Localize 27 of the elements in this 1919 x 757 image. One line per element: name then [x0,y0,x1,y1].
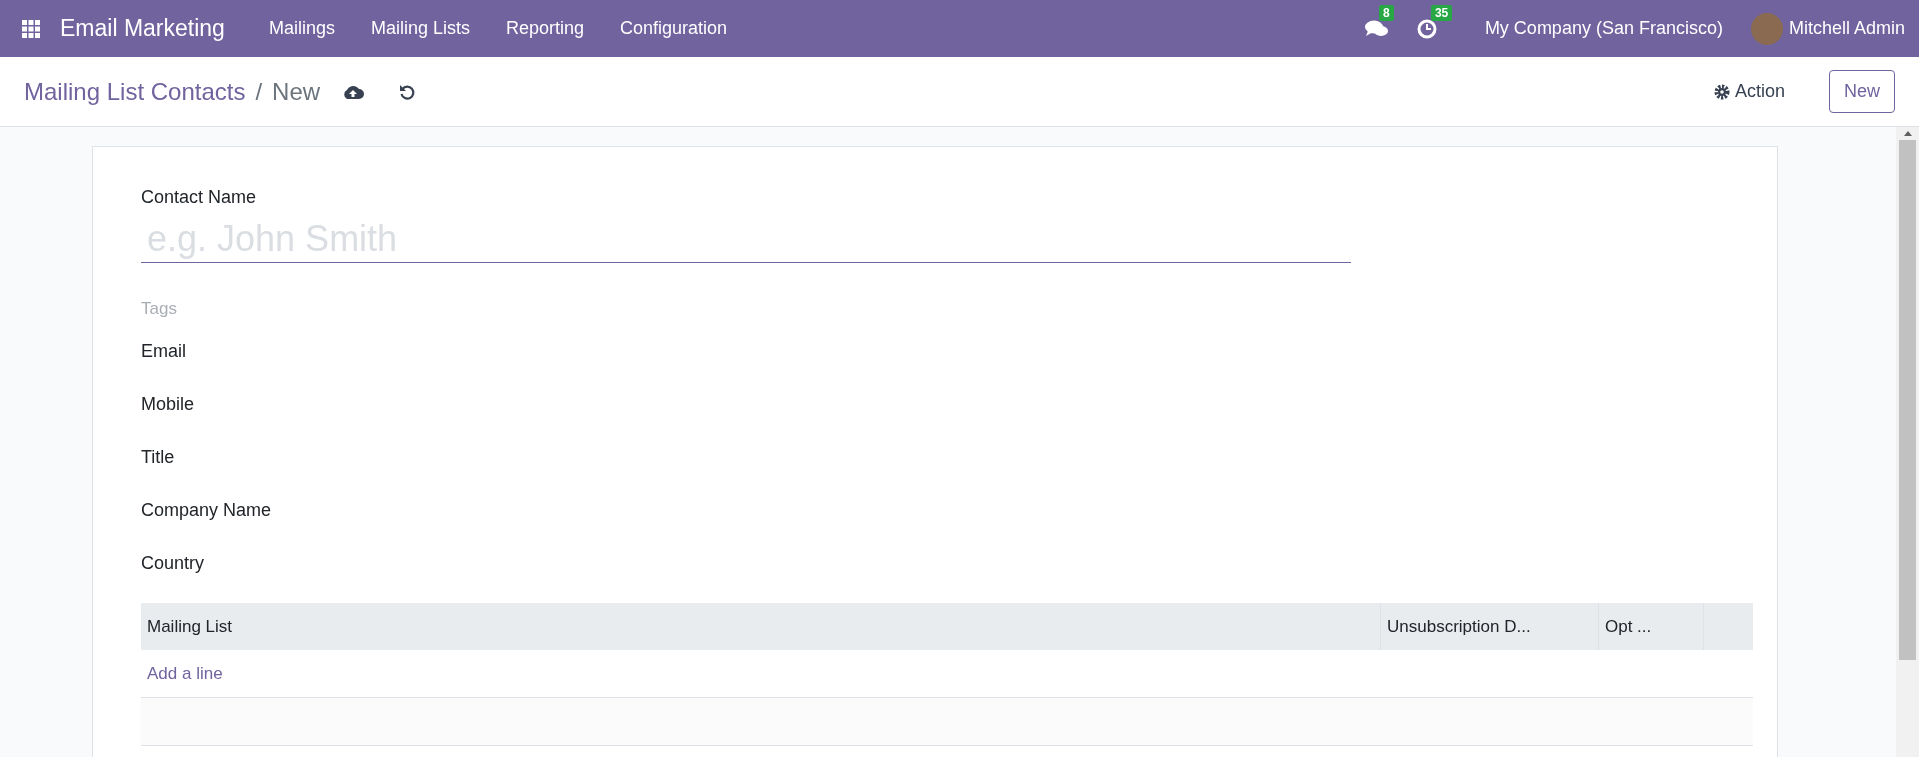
chat-icon[interactable] [1364,18,1389,39]
field-label: Email [141,341,186,361]
scroll-up-icon[interactable] [1903,131,1912,136]
breadcrumb-current: New [272,77,321,106]
add-line-link[interactable]: Add a line [147,663,223,684]
menu-item[interactable]: Mailing Lists [352,18,488,39]
app-title[interactable]: Email Marketing [60,15,225,42]
menu-item[interactable]: Configuration [602,18,746,39]
field-label: Contact Name [141,187,258,208]
activity-count-badge: 35 [1430,4,1453,21]
field-label: Country [141,553,205,573]
apps-grid-icon[interactable] [22,19,40,38]
field-label: Company Name [141,500,272,520]
menu-item[interactable]: Mailings [250,18,353,39]
gear-icon [1713,83,1730,100]
menu-item[interactable]: Reporting [487,18,602,39]
message-count-badge: 8 [1378,4,1394,21]
breadcrumb-link[interactable]: Mailing List Contacts [24,77,246,106]
new-button[interactable]: New [1829,70,1895,113]
scrollbar[interactable] [1896,127,1919,757]
user-name[interactable]: Mitchell Admin [1788,18,1905,39]
action-button[interactable]: Action [1707,80,1791,103]
field-label: Mobile [141,394,195,414]
breadcrumb-separator: / [255,77,263,106]
clock-icon[interactable] [1416,18,1437,39]
field-label: Title [141,447,175,467]
company-switcher[interactable]: My Company (San Francisco) [1484,18,1723,39]
